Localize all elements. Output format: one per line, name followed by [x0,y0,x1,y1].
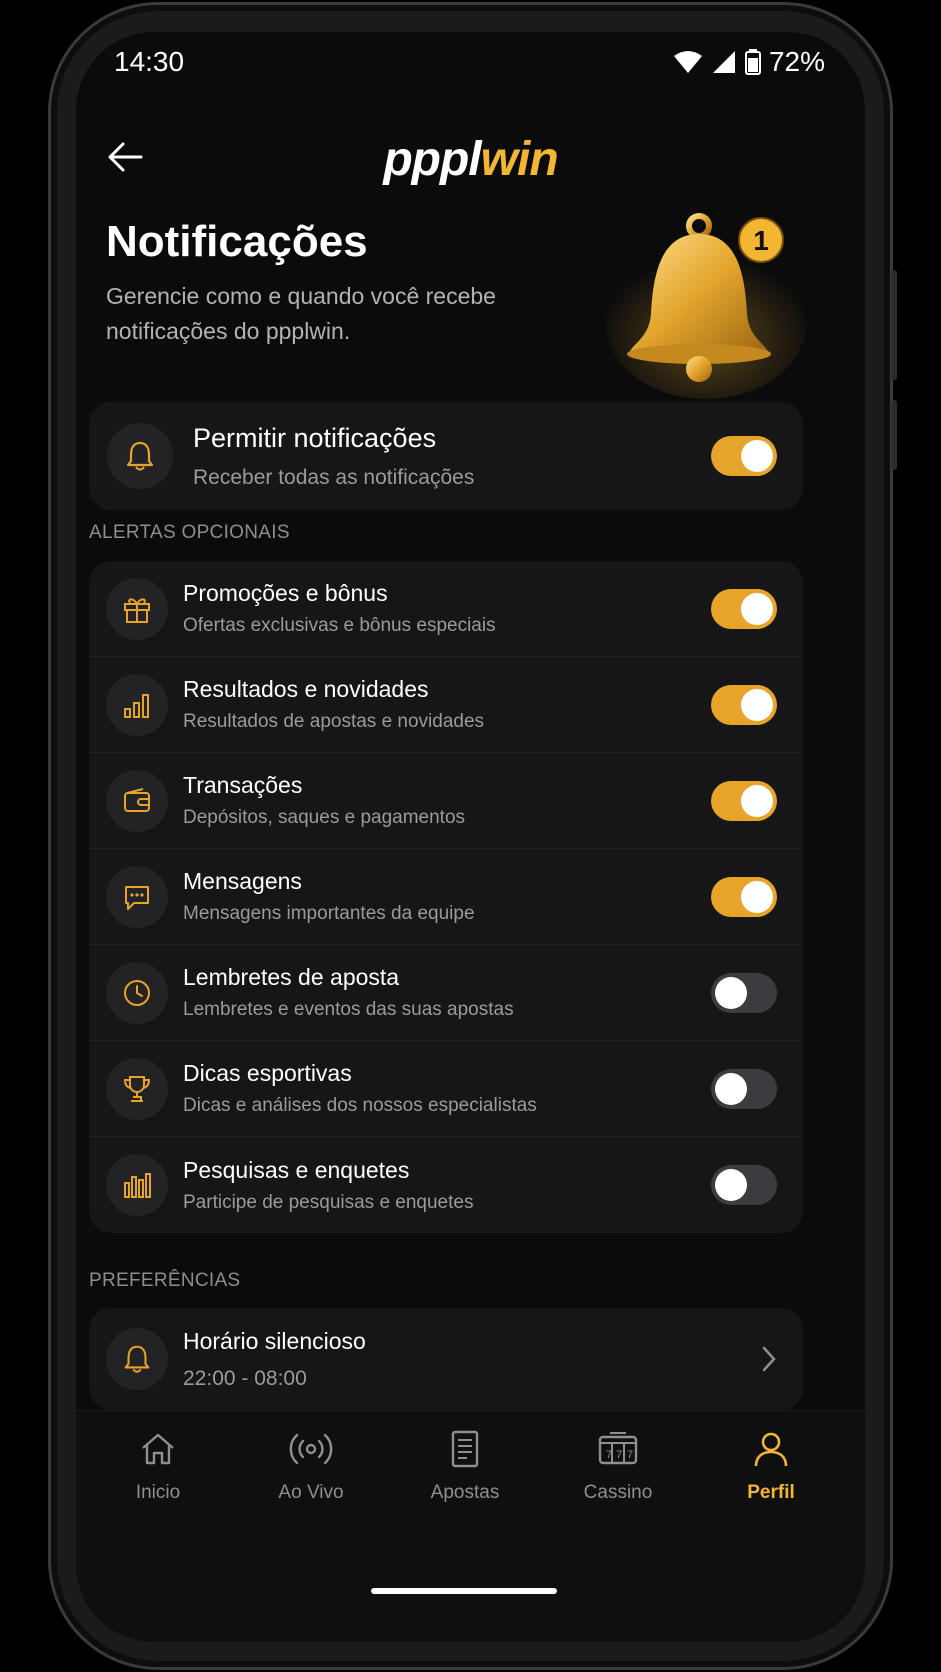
master-toggle[interactable] [711,436,777,476]
toggle-transactions[interactable] [711,780,777,821]
nav-item-perfil[interactable]: Perfil [696,1429,846,1504]
slot-icon: 777 [598,1432,638,1465]
nav-label: Inicio [135,1482,181,1503]
quiet-hours-title: Horário silencioso [183,1327,366,1354]
nav-label: Apostas [430,1482,500,1503]
section-label-alerts: ALERTAS OPCIONAIS [89,522,290,543]
live-icon [289,1433,333,1465]
gift-icon [106,577,168,640]
alert-row-results[interactable]: Resultados e novidades Resultados de apos… [89,657,803,753]
master-notification-row[interactable]: Permitir notificações Receber todas as n… [89,402,803,510]
section-label-preferences: PREFERÊNCIAS [89,1270,241,1291]
app-screen: 14:30 72% ppplwin Notificações Gerencie … [76,32,865,1642]
alert-title: Mensagens [183,868,302,894]
signal-icon [712,51,735,73]
chevron-right-icon [762,1346,776,1372]
preferences-card: Horário silencioso 22:00 - 08:00 [89,1308,803,1410]
alert-subtitle: Participe de pesquisas e enquetes [183,1191,474,1213]
status-icons: 72% [673,46,825,78]
nav-label: Cassino [583,1482,653,1503]
alert-title: Resultados e novidades [183,676,429,702]
alert-row-promotions[interactable]: Promoções e bônus Ofertas exclusivas e bô… [89,561,803,657]
toggle-reminders[interactable] [711,972,777,1013]
battery-icon [744,49,761,75]
top-bar: ppplwin [76,112,865,212]
alert-title: Dicas esportivas [183,1060,352,1086]
page-title: Notificações [106,217,368,266]
svg-text:7: 7 [627,1449,633,1461]
svg-text:7: 7 [616,1449,622,1461]
betslip-icon [451,1430,479,1468]
wallet-icon [106,769,168,832]
nav-label: Perfil [747,1482,795,1503]
bell-icon [106,1328,168,1390]
power-button [891,400,897,470]
nav-item-ao-vivo[interactable]: Ao Vivo [236,1429,386,1504]
alert-row-tips[interactable]: Dicas esportivas Dicas e análises dos nos… [89,1041,803,1137]
bell-illustration: 1 [601,204,811,404]
bar-chart-icon [106,673,168,736]
status-bar: 14:30 72% [76,32,865,102]
alert-subtitle: Depósitos, saques e pagamentos [183,807,466,828]
profile-icon [754,1432,788,1467]
volume-button [891,270,897,380]
alert-subtitle: Mensagens importantes da equipe [183,903,475,924]
svg-text:7: 7 [606,1449,612,1461]
notification-count-badge: 1 [753,225,769,256]
master-subtitle: Receber todas as notificações [193,465,475,489]
poll-icon [106,1154,168,1216]
master-notification-card: Permitir notificações Receber todas as n… [89,402,803,510]
alert-row-reminders[interactable]: Lembretes de aposta Lembretes e eventos d… [89,945,803,1041]
brand-logo: ppplwin [383,133,558,186]
alert-subtitle: Ofertas exclusivas e bônus especiais [183,615,496,636]
master-text: Permitir notificações Receber todas as n… [193,423,474,490]
alert-row-messages[interactable]: Mensagens Mensagens importantes da equipe [89,849,803,945]
page-header: Notificações Gerencie como e quando você… [106,217,666,349]
alert-subtitle: Resultados de apostas e novidades [183,711,485,732]
nav-label: Ao Vivo [278,1482,344,1503]
bottom-nav: Inicio Ao Vivo Apostas 777 Cassino Perfi… [76,1410,865,1642]
home-indicator[interactable] [371,1588,557,1594]
toggle-surveys[interactable] [711,1165,777,1205]
toggle-tips[interactable] [711,1068,777,1109]
alert-row-surveys[interactable]: Pesquisas e enquetes Participe de pesquis… [89,1137,803,1233]
toggle-results[interactable] [711,684,777,725]
alert-title: Lembretes de aposta [183,964,400,990]
clock-icon [106,961,168,1024]
wifi-icon [673,51,702,73]
bell-icon [107,423,173,489]
alert-title: Promoções e bônus [183,580,388,606]
alert-title: Transações [183,772,303,798]
nav-item-cassino[interactable]: 777 Cassino [543,1429,693,1504]
status-time: 14:30 [114,46,185,77]
master-title: Permitir notificações [193,422,437,453]
alert-title: Pesquisas e enquetes [183,1156,410,1183]
chat-icon [106,865,168,928]
nav-item-apostas[interactable]: Apostas [390,1429,540,1504]
quiet-hours-row[interactable]: Horário silencioso 22:00 - 08:00 [89,1308,803,1410]
alert-row-transactions[interactable]: Transações Depósitos, saques e pagamentos [89,753,803,849]
toggle-promotions[interactable] [711,588,777,629]
quiet-hours-value: 22:00 - 08:00 [183,1366,307,1390]
battery-percent: 72% [768,46,825,77]
trophy-icon [106,1057,168,1120]
alerts-card: Promoções e bônus Ofertas exclusivas e bô… [89,561,803,1233]
alert-subtitle: Dicas e análises dos nossos especialista… [183,1095,537,1116]
nav-item-inicio[interactable]: Inicio [83,1429,233,1504]
alert-subtitle: Lembretes e eventos das suas apostas [183,999,514,1020]
page-subtitle: Gerencie como e quando você recebe notif… [106,283,496,344]
toggle-messages[interactable] [711,876,777,917]
home-icon [142,1433,174,1465]
